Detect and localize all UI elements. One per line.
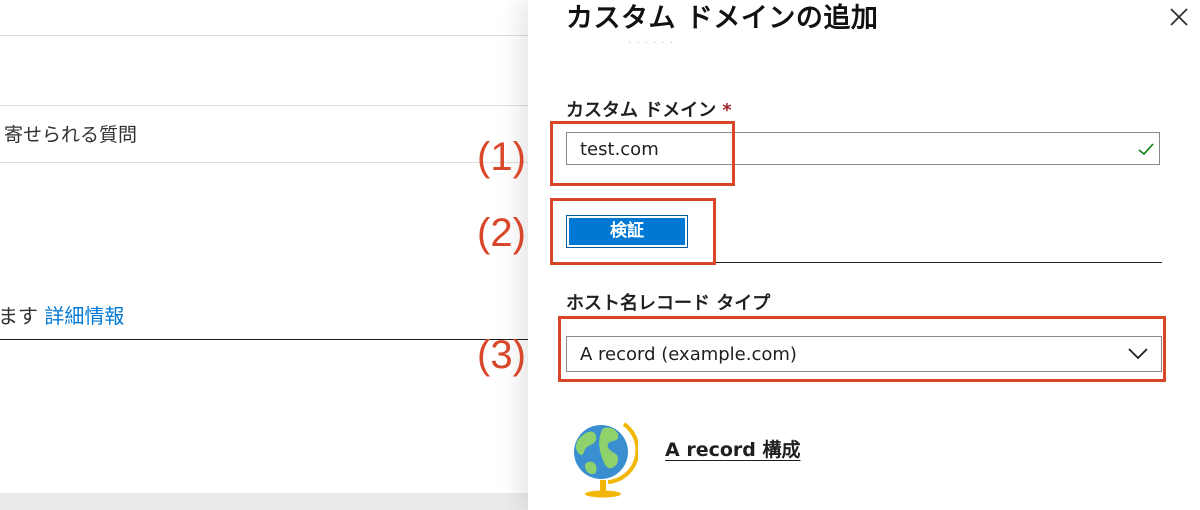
divider xyxy=(0,339,528,340)
faq-link[interactable]: 寄せられる質問 xyxy=(4,120,137,147)
info-text: ます 詳細情報 xyxy=(0,300,124,329)
close-icon[interactable] xyxy=(1168,6,1190,28)
annotation-label-3: (3) xyxy=(477,333,526,377)
globe-icon xyxy=(574,422,638,498)
add-custom-domain-panel: カスタム ドメインの追加 · · · · · · カスタム ドメイン * test… xyxy=(528,0,1200,510)
section-divider xyxy=(566,262,1162,263)
page: 寄せられる質問 ます 詳細情報 カスタム ドメインの追加 · · · · · ·… xyxy=(0,0,1200,510)
divider xyxy=(0,35,528,36)
custom-domain-label: カスタム ドメイン * xyxy=(566,96,732,122)
custom-domain-label-text: カスタム ドメイン xyxy=(566,100,717,121)
chevron-down-icon xyxy=(1128,348,1148,360)
learn-more-link[interactable]: 詳細情報 xyxy=(44,304,124,328)
annotation-label-1: (1) xyxy=(477,135,526,179)
panel-title: カスタム ドメインの追加 xyxy=(566,3,879,34)
required-mark: * xyxy=(722,100,732,121)
info-prefix: ます xyxy=(0,304,38,328)
footer-bar xyxy=(0,493,528,510)
verify-button[interactable]: 検証 xyxy=(566,215,688,248)
subtitle-placeholder: · · · · · · xyxy=(628,38,674,49)
custom-domain-value: test.com xyxy=(580,139,659,160)
divider xyxy=(0,105,528,106)
checkmark-icon xyxy=(1138,143,1154,156)
hostname-record-type-label: ホスト名レコード タイプ xyxy=(566,293,771,314)
divider xyxy=(0,162,528,163)
record-type-selected: A record (example.com) xyxy=(580,344,797,365)
a-record-config-link[interactable]: A record 構成 xyxy=(665,435,800,462)
background-page: 寄せられる質問 ます 詳細情報 xyxy=(0,0,528,510)
hostname-record-type-dropdown[interactable]: A record (example.com) xyxy=(566,336,1162,372)
annotation-label-2: (2) xyxy=(477,211,526,255)
custom-domain-input[interactable]: test.com xyxy=(566,132,1160,165)
